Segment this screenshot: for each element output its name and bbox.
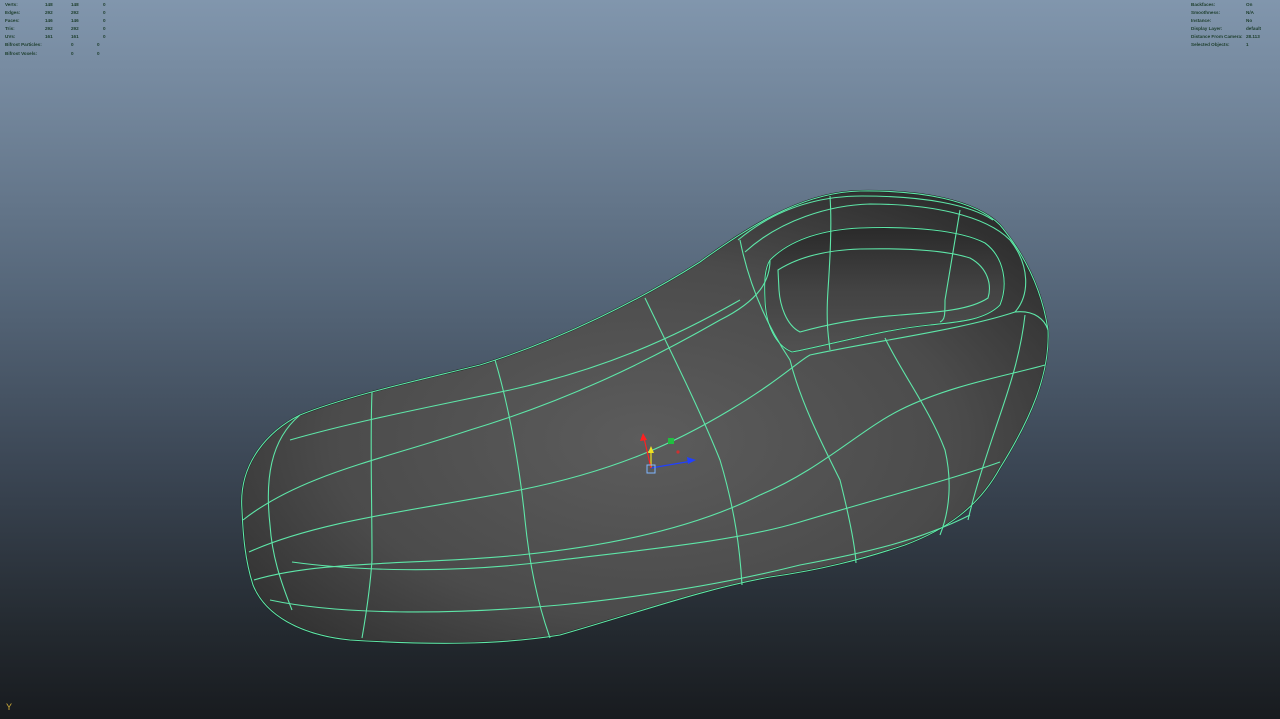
hud-value: 0 (103, 26, 106, 32)
heads-up-object-details: Backfaces: On Smoothness: N/A Instance: … (1191, 1, 1271, 50)
hud-row-faces: Faces: 146 146 0 (5, 17, 125, 25)
hud-label: Faces: (5, 18, 20, 24)
hud-row-uvs: UVs: 161 161 0 (5, 33, 125, 41)
y-axis-label: Y (6, 702, 13, 712)
hud-label: Instance: (1191, 18, 1212, 24)
hud-label: Display Layer: (1191, 26, 1223, 32)
hud-label: Bifrost Voxels: (5, 50, 38, 56)
hud-value: 292 (45, 26, 53, 32)
hud-value: 292 (45, 10, 53, 16)
hud-row-bifrost-particles: Bifrost Particles: 0 0 (5, 41, 125, 49)
hud-value: 0 (97, 42, 100, 48)
hud-label: Bifrost Particles: (5, 42, 42, 48)
hud-value: 1 (1246, 42, 1249, 48)
hud-value: 148 (71, 2, 79, 7)
hud-value: 161 (45, 34, 53, 40)
hud-label: Tris: (5, 26, 15, 32)
hud-value: default (1246, 26, 1262, 32)
hud-value: 0 (97, 50, 100, 56)
hud-label: Smoothness: (1191, 10, 1221, 16)
hud-label: Selected Objects: (1191, 42, 1230, 48)
view-axis-indicator: Y (6, 702, 12, 712)
hud-label: Distance From Camera: (1191, 34, 1243, 40)
hud-value: 146 (71, 18, 79, 24)
hud-value: 292 (71, 10, 79, 16)
hud-value: No (1246, 18, 1253, 24)
hud-label: Edges: (5, 10, 21, 16)
hud-value: 28.113 (1246, 34, 1260, 40)
hud-value: 0 (103, 2, 106, 7)
xy-plane-handle[interactable] (668, 438, 674, 444)
hud-row-instance: Instance: No (1191, 17, 1271, 25)
hud-value: 292 (71, 26, 79, 32)
hud-value: 0 (71, 50, 74, 56)
hud-row-display-layer: Display Layer: default (1191, 25, 1271, 33)
hud-value: 0 (103, 10, 106, 16)
manip-dot (676, 450, 680, 454)
hud-value: 148 (45, 2, 53, 7)
hud-value: 0 (71, 42, 74, 48)
shoe-mesh[interactable] (240, 189, 1050, 645)
hud-label: Verts: (5, 2, 18, 7)
hud-row-verts: Verts: 148 148 0 (5, 1, 125, 9)
heads-up-poly-count: Verts: 148 148 0 Edges: 292 292 0 Faces:… (5, 1, 125, 58)
hud-value: 161 (71, 34, 79, 40)
3d-viewport[interactable] (0, 0, 1280, 719)
hud-value: 146 (45, 18, 53, 24)
hud-value: N/A (1246, 10, 1254, 16)
hud-row-tris: Tris: 292 292 0 (5, 25, 125, 33)
hud-value: 0 (103, 34, 106, 40)
hud-label: Backfaces: (1191, 2, 1216, 7)
hud-row-backfaces: Backfaces: On (1191, 1, 1271, 9)
hud-label: UVs: (5, 34, 16, 40)
hud-value: 0 (103, 18, 106, 24)
hud-row-bifrost-voxels: Bifrost Voxels: 0 0 (5, 50, 125, 58)
hud-row-distance-from-camera: Distance From Camera: 28.113 (1191, 33, 1271, 41)
hud-row-selected-objects: Selected Objects: 1 (1191, 41, 1271, 49)
hud-row-smoothness: Smoothness: N/A (1191, 9, 1271, 17)
hud-value: On (1246, 2, 1253, 7)
hud-row-edges: Edges: 292 292 0 (5, 9, 125, 17)
